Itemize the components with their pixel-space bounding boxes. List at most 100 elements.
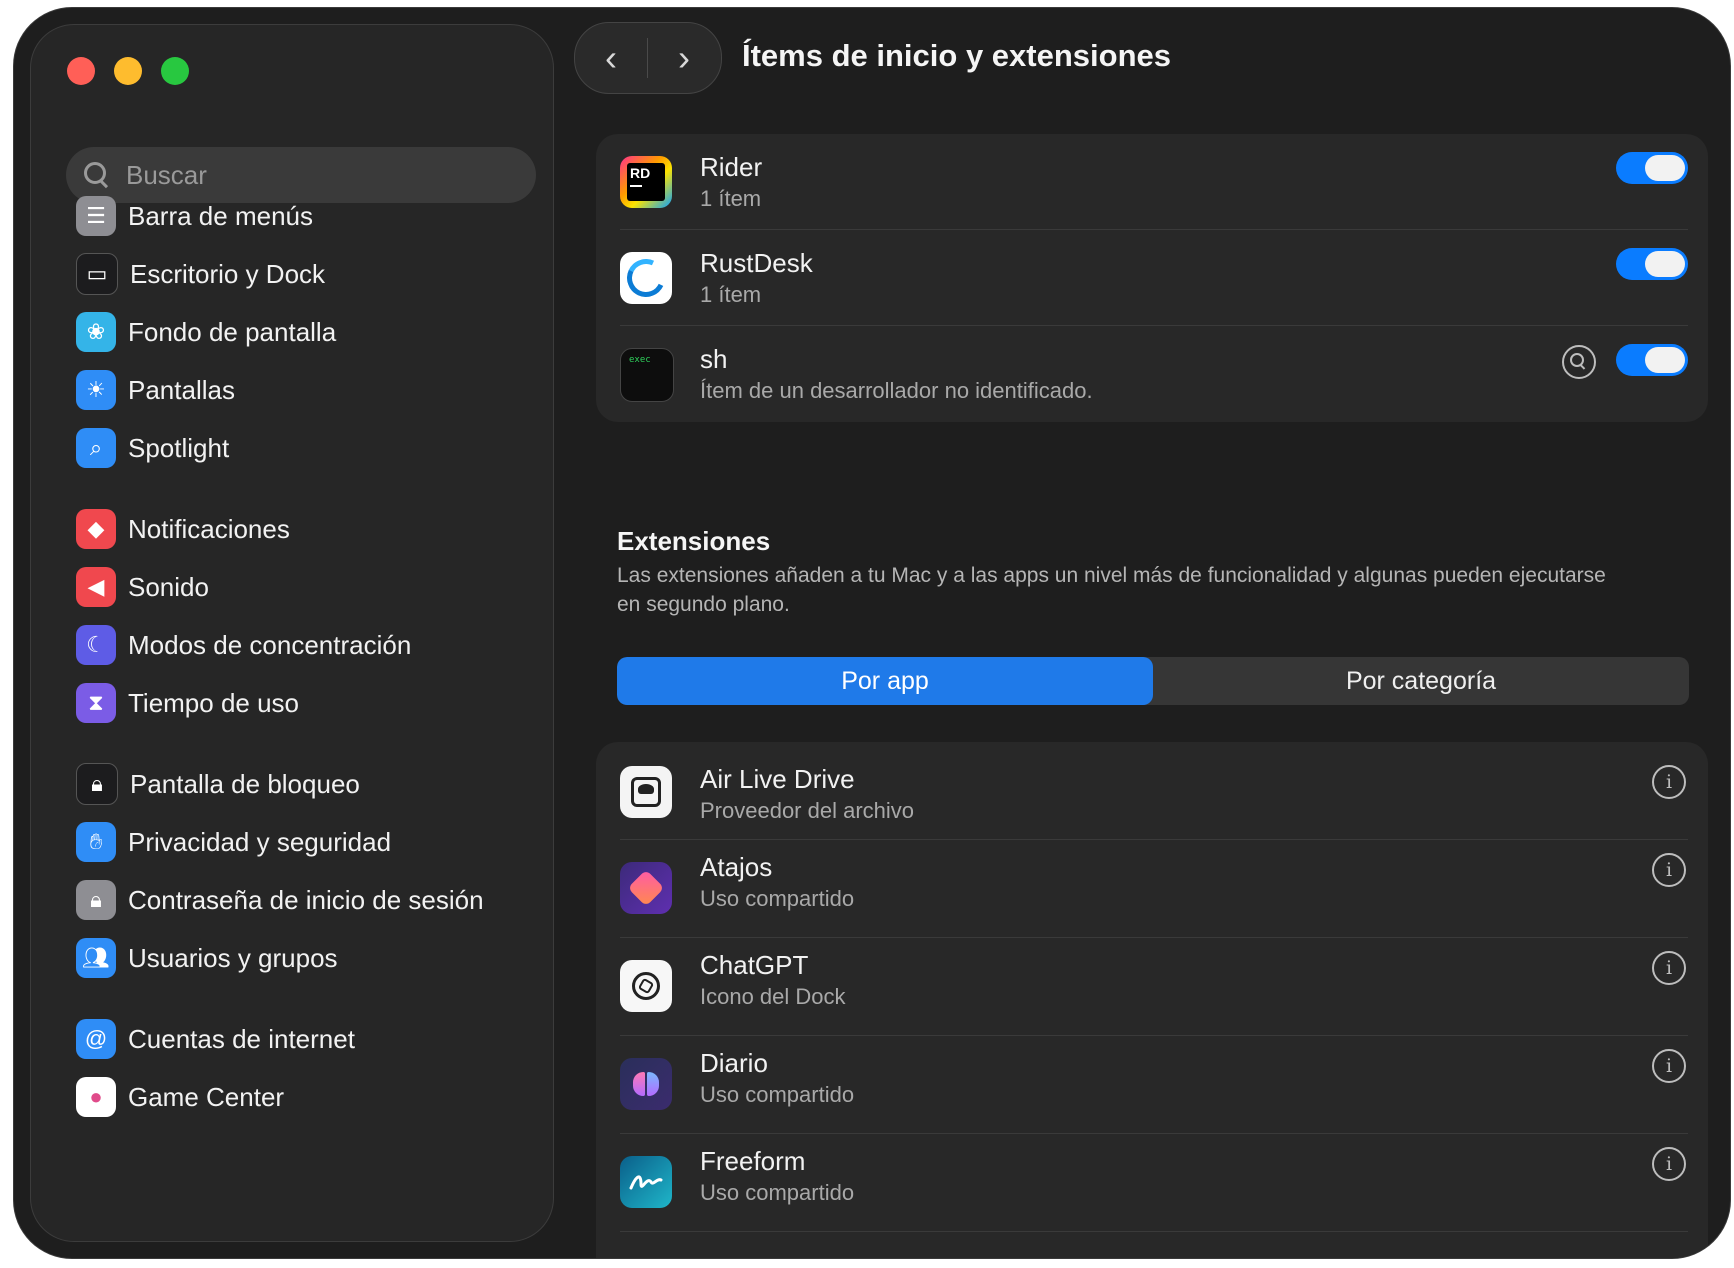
extension-row: Freeform Uso compartido i [596,1134,1708,1232]
chevron-right-icon: › [678,37,690,78]
privacy-hand-icon: ✋︎ [76,822,116,862]
login-item-name: sh [700,344,728,374]
sidebar-item-label: Notificaciones [128,513,290,544]
sidebar-item[interactable]: @ Cuentas de internet [76,1013,355,1065]
journal-icon [620,1058,672,1110]
sidebar-item[interactable]: 🔒︎ Pantalla de bloqueo [76,758,360,810]
sidebar-item-label: Privacidad y seguridad [128,826,392,857]
login-item-sub: 1 ítem [700,282,762,307]
sidebar-item-label: Modos de concentración [128,629,412,660]
rider-toggle[interactable] [1616,152,1688,184]
forward-button[interactable]: › [648,23,720,93]
extension-name: Air Live Drive [700,764,855,794]
sidebar-item[interactable]: ● Game Center [76,1071,284,1123]
displays-icon: ☀ [76,370,116,410]
shortcuts-icon [620,862,672,914]
extension-sub: Proveedor del archivo [700,798,915,823]
rider-app-icon: RD [620,156,672,208]
window-controls [67,57,189,85]
rider-badge-underline [630,185,642,187]
sidebar-item-label: Sonido [128,571,209,602]
air-live-drive-icon [620,766,672,818]
sidebar-item-label: Pantalla de bloqueo [130,768,360,799]
extensions-title: Extensiones [617,526,771,556]
sidebar-item-label: Game Center [128,1081,285,1112]
login-password-icon: 🔒︎ [76,880,116,920]
close-button[interactable] [67,57,95,85]
extension-name: Freeform [700,1146,806,1176]
extension-row: Air Live Drive Proveedor del archivo i [596,742,1708,840]
sidebar-item[interactable]: ☾ Modos de concentración [76,619,411,671]
info-icon[interactable]: i [1652,765,1686,799]
notifications-icon: ◆ [76,509,116,549]
tab-by-category[interactable]: Por categoría [1153,657,1689,705]
sidebar-item-label: Spotlight [128,432,230,463]
login-item-row: RustDesk 1 ítem [596,230,1708,326]
minimize-button[interactable] [114,57,142,85]
info-icon[interactable]: i [1652,1147,1686,1181]
zoom-button[interactable] [161,57,189,85]
tab-by-app[interactable]: Por app [617,657,1153,705]
chevron-left-icon: ‹ [605,37,617,78]
spotlight-icon: ⌕ [76,428,116,468]
login-item-row: exec sh Ítem de un desarrollador no iden… [596,326,1708,422]
exec-terminal-icon: exec [620,348,674,402]
sound-icon: ◀ [76,567,116,607]
extension-sub: Uso compartido [700,1082,855,1107]
freeform-squiggle [629,1175,663,1190]
extension-sub: Uso compartido [700,886,855,911]
chatgpt-icon [620,960,672,1012]
history-navigation: ‹ › [574,22,722,94]
sidebar-item[interactable]: ◀ Sonido [76,561,209,613]
sh-toggle[interactable] [1616,344,1688,376]
sidebar-item[interactable]: ✋︎ Privacidad y seguridad [76,816,391,868]
sidebar-item-label: Escritorio y Dock [130,258,326,289]
freeform-icon [620,1156,672,1208]
extensions-card: Air Live Drive Proveedor del archivo i A… [596,742,1708,1258]
back-button[interactable]: ‹ [575,23,647,93]
sidebar-item[interactable]: ⧗ Tiempo de uso [76,677,299,729]
reveal-in-finder-button[interactable] [1562,345,1596,379]
login-items-card: RD Rider 1 ítem RustDesk 1 ítem exec sh … [596,134,1708,422]
sidebar-item[interactable]: ❀ Fondo de pantalla [76,306,336,358]
sidebar-item[interactable]: ☰ Barra de menús [76,190,313,242]
row-divider [620,1231,1688,1232]
login-item-name: RustDesk [700,248,813,278]
login-item-row: RD Rider 1 ítem [596,134,1708,230]
extension-row: ChatGPT Icono del Dock i [596,938,1708,1036]
search-input[interactable] [124,158,508,192]
magnifier-handle [1579,364,1586,370]
info-icon[interactable]: i [1652,951,1686,985]
extension-sub: Icono del Dock [700,984,846,1009]
lock-screen-icon: 🔒︎ [76,763,118,805]
sidebar-item[interactable]: ◆ Notificaciones [76,503,290,555]
sidebar-item[interactable]: ☀ Pantallas [76,364,235,416]
sidebar-item-label: Pantallas [128,374,235,405]
info-icon[interactable]: i [1652,1049,1686,1083]
sidebar-item-label: Usuarios y grupos [128,942,338,973]
internet-accounts-icon: @ [76,1019,116,1059]
extensions-view-segment: Por app Por categoría [617,657,1689,705]
wallpaper-icon: ❀ [76,312,116,352]
sidebar-item[interactable]: 🔒︎ Contraseña de inicio de sesión [76,874,484,926]
sidebar-item[interactable]: 👥︎ Usuarios y grupos [76,932,338,984]
login-item-name: Rider [700,152,763,182]
rider-badge-text: RD [630,165,651,181]
main-pane: ‹ › Ítems de inicio y extensiones RD Rid… [554,8,1730,1258]
desktop-dock-icon: ▭ [76,253,118,295]
page-title: Ítems de inicio y extensiones [742,38,1171,73]
rustdesk-toggle[interactable] [1616,248,1688,280]
game-center-icon: ● [76,1077,116,1117]
focus-icon: ☾ [76,625,116,665]
login-item-sub: 1 ítem [700,186,762,211]
sidebar-item[interactable]: ⌕ Spotlight [76,422,229,474]
users-groups-icon: 👥︎ [76,938,116,978]
sidebar: ☰ Barra de menús ▭ Escritorio y Dock ❀ Fondo … [30,24,554,1242]
menu-bar-icon: ☰ [76,196,116,236]
sidebar-item-label: Cuentas de internet [128,1023,355,1054]
sidebar-item-label: Tiempo de uso [128,687,300,718]
info-icon[interactable]: i [1652,853,1686,887]
extension-sub: Uso compartido [700,1180,855,1205]
sidebar-item[interactable]: ▭ Escritorio y Dock [76,248,325,300]
search-icon [84,162,110,188]
